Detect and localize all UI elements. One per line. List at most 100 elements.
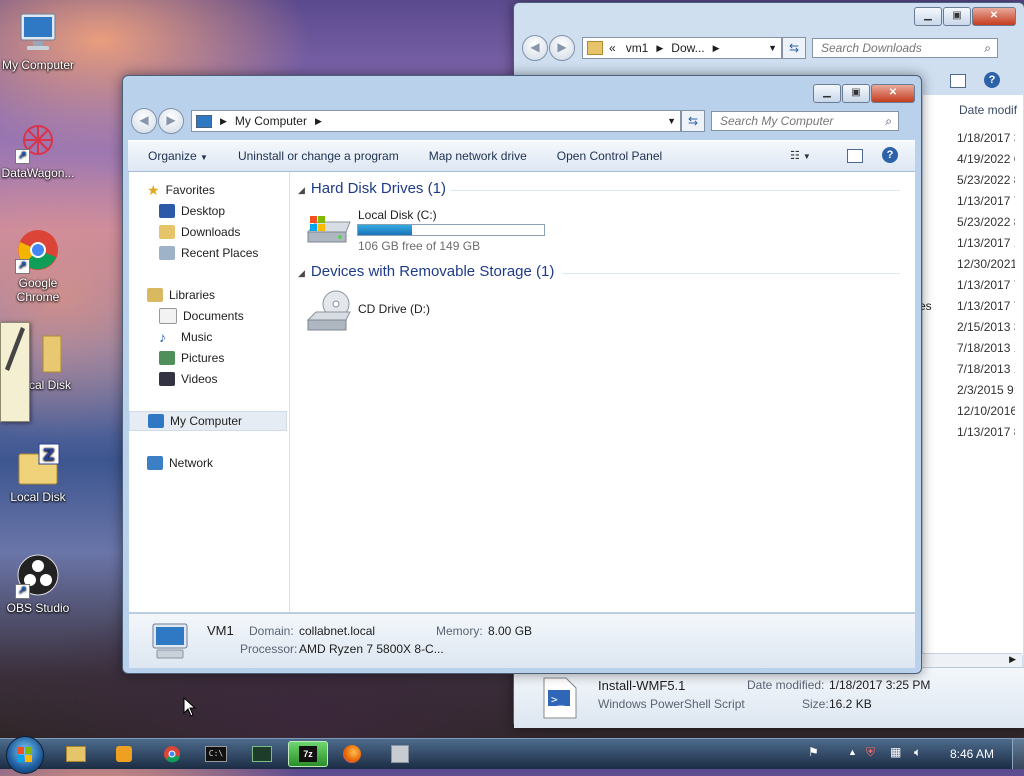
clock[interactable]: 8:46 AM <box>950 747 994 761</box>
file-date-modified[interactable]: 5/23/2022 8 <box>957 215 1015 229</box>
file-date-modified[interactable]: 12/30/2021 <box>957 257 1015 271</box>
desktop-icon-google-chrome[interactable]: ↗ Google Chrome <box>0 228 76 304</box>
taskbar-firefox[interactable] <box>332 741 372 767</box>
search-icon: ⌕ <box>885 114 892 128</box>
show-hidden-icons-button[interactable]: ▲ <box>848 747 857 757</box>
powershell-script-icon: >_ <box>543 677 577 719</box>
minimize-button[interactable]: ▁ <box>813 84 841 103</box>
back-button[interactable]: ◀ <box>522 35 548 61</box>
taskbar: C:\ 7z ⚑ ▲ ⛨ ▦ 🔈︎ 8:46 AM <box>0 736 1024 774</box>
help-icon[interactable]: ? <box>882 147 898 163</box>
preview-pane-icon[interactable] <box>847 149 863 163</box>
horizontal-scrollbar[interactable]: ▶ <box>922 653 1022 668</box>
taskbar-explorer-window[interactable] <box>380 741 420 767</box>
back-button[interactable]: ◀ <box>131 108 157 134</box>
file-date-modified[interactable]: 12/10/2016 <box>957 404 1015 418</box>
network-icon[interactable]: ▦ <box>890 745 901 759</box>
memory-value: 8.00 GB <box>488 624 533 638</box>
address-bar[interactable]: « vm1 ▶ Dow... ▶ ▼ <box>582 37 782 59</box>
address-dropdown-icon[interactable]: ▼ <box>667 116 676 126</box>
nav-videos[interactable]: Videos <box>159 369 217 389</box>
maximize-button[interactable]: ▣ <box>943 7 971 26</box>
file-date-modified[interactable]: 1/13/2017 7 <box>957 194 1015 208</box>
nav-recent-places[interactable]: Recent Places <box>159 243 258 263</box>
navigation-pane[interactable]: ★ Favorites Desktop Downloads Recent Plac… <box>129 172 290 612</box>
desktop-icon-my-computer[interactable]: My Computer <box>0 10 76 72</box>
file-date-modified[interactable]: 4/19/2022 6 <box>957 152 1015 166</box>
address-dropdown-icon[interactable]: ▼ <box>768 43 777 53</box>
nav-network[interactable]: Network <box>147 453 213 473</box>
drive-local-disk-c[interactable]: Local Disk (C:) 106 GB free of 149 GB <box>304 208 564 253</box>
file-date-modified[interactable]: 1/13/2017 1 <box>957 236 1015 250</box>
desktop-icon-obs-studio[interactable]: ↗ OBS Studio <box>0 553 76 615</box>
search-input[interactable]: Search My Computer ⌕ <box>711 111 899 131</box>
breadcrumb-separator-icon: ▶ <box>314 115 322 126</box>
taskbar-explorer[interactable] <box>56 741 96 767</box>
star-icon: ★ <box>147 181 160 198</box>
uninstall-program-button[interactable]: Uninstall or change a program <box>223 149 414 163</box>
computer-icon <box>391 745 409 763</box>
partial-notepad-window[interactable] <box>0 322 30 422</box>
group-header-hard-disk-drives[interactable]: ◢ Hard Disk Drives (1) <box>298 180 446 197</box>
file-date-modified[interactable]: 7/18/2013 1 <box>957 341 1015 355</box>
file-date-modified[interactable]: 7/18/2013 1 <box>957 362 1015 376</box>
taskbar-media-player[interactable] <box>104 741 144 767</box>
nav-music[interactable]: ♪ Music <box>159 327 212 347</box>
open-control-panel-button[interactable]: Open Control Panel <box>542 149 677 163</box>
help-icon[interactable]: ? <box>984 72 1000 88</box>
show-desktop-button[interactable] <box>1012 739 1024 769</box>
nav-downloads[interactable]: Downloads <box>159 222 240 242</box>
taskbar-command-prompt[interactable]: C:\ <box>196 741 236 767</box>
file-date-modified[interactable]: 1/13/2017 8 <box>957 425 1015 439</box>
my-computer-window[interactable]: ▁ ▣ ✕ ◀ ▶ ▶ My Computer ▶ ▼ ⇆ Search My … <box>122 75 922 674</box>
file-type: Windows PowerShell Script <box>598 697 745 711</box>
minimize-button[interactable]: ▁ <box>914 7 942 26</box>
security-alert-icon[interactable]: ⛨ <box>866 745 875 760</box>
change-view-icon[interactable]: ☷ ▼ <box>790 149 822 163</box>
taskbar-chrome[interactable] <box>152 741 192 767</box>
breadcrumb-item-downloads[interactable]: Dow... <box>671 41 704 55</box>
nav-my-computer[interactable]: My Computer <box>129 411 287 431</box>
file-date-modified[interactable]: 5/23/2022 8 <box>957 173 1015 187</box>
file-date-modified[interactable]: 2/3/2015 9: <box>957 383 1015 397</box>
column-header-date-modified[interactable]: Date modif <box>959 103 1017 117</box>
volume-icon[interactable]: 🔈︎ <box>914 745 921 760</box>
search-input[interactable]: Search Downloads ⌕ <box>812 38 998 58</box>
nav-libraries[interactable]: Libraries <box>147 285 215 305</box>
monitor-icon <box>15 10 61 56</box>
refresh-button[interactable]: ⇆ <box>782 37 806 59</box>
breadcrumb-item-my-computer[interactable]: My Computer <box>235 114 307 128</box>
organize-menu[interactable]: Organize ▼ <box>128 149 223 163</box>
nav-favorites[interactable]: ★ Favorites <box>147 180 215 200</box>
group-header-removable-storage[interactable]: ◢ Devices with Removable Storage (1) <box>298 263 554 280</box>
breadcrumb-item-vm1[interactable]: vm1 <box>626 41 649 55</box>
desktop-icon-datawagon[interactable]: ↗ DataWagon... <box>0 118 76 180</box>
refresh-button[interactable]: ⇆ <box>681 110 705 132</box>
taskbar-7zip[interactable]: 7z <box>288 741 328 767</box>
action-center-flag-icon[interactable]: ⚑ <box>808 745 819 759</box>
firefox-icon <box>343 745 361 763</box>
desktop-icon-local-disk[interactable]: Z Local Disk <box>0 442 76 504</box>
drive-cd-d[interactable]: CD Drive (D:) <box>304 288 504 336</box>
nav-desktop[interactable]: Desktop <box>159 201 225 221</box>
start-button[interactable] <box>6 736 44 774</box>
address-bar[interactable]: ▶ My Computer ▶ ▼ <box>191 110 681 132</box>
forward-button[interactable]: ▶ <box>158 108 184 134</box>
file-date-modified[interactable]: 2/15/2013 3 <box>957 320 1015 334</box>
file-date-modified[interactable]: 1/13/2017 7 <box>957 299 1015 313</box>
drive-usage-fill <box>358 225 412 235</box>
scroll-right-icon[interactable]: ▶ <box>1009 654 1016 665</box>
file-date-modified[interactable]: 1/18/2017 3 <box>957 131 1015 145</box>
close-button[interactable]: ✕ <box>972 7 1016 26</box>
pane-toggle-icon[interactable] <box>950 74 966 88</box>
taskbar-task-manager[interactable] <box>242 741 282 767</box>
breadcrumb-separator-icon: ▶ <box>220 115 227 126</box>
close-button[interactable]: ✕ <box>871 84 915 103</box>
maximize-button[interactable]: ▣ <box>842 84 870 103</box>
nav-pictures[interactable]: Pictures <box>159 348 224 368</box>
map-network-drive-button[interactable]: Map network drive <box>414 149 542 163</box>
file-date-modified[interactable]: 1/13/2017 7 <box>957 278 1015 292</box>
nav-documents[interactable]: Documents <box>159 306 244 326</box>
forward-button[interactable]: ▶ <box>549 35 575 61</box>
content-pane[interactable]: ◢ Hard Disk Drives (1) Local Disk (C:) 10… <box>290 172 915 612</box>
